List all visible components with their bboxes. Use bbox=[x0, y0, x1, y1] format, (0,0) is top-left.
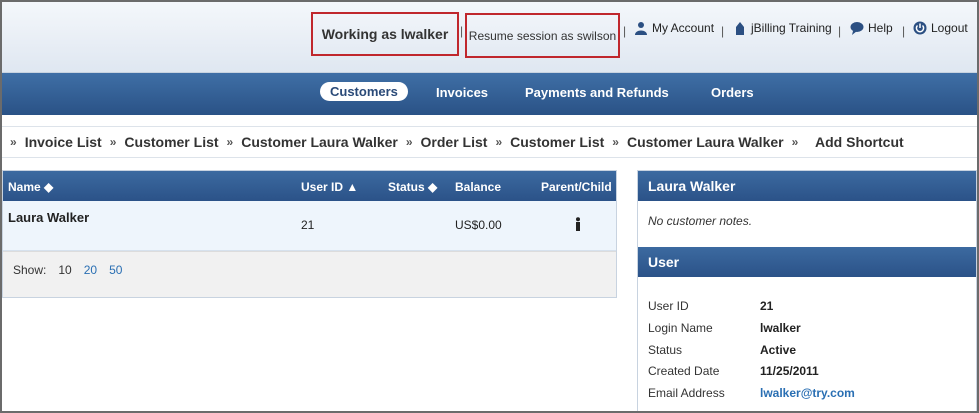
field-label: Status bbox=[648, 343, 683, 357]
breadcrumb-item[interactable]: Order List bbox=[421, 134, 488, 150]
field-label: Email Address bbox=[648, 386, 725, 400]
page-size-option[interactable]: 50 bbox=[109, 263, 122, 277]
help-link[interactable]: Help bbox=[850, 21, 893, 35]
field-label: Created Date bbox=[648, 364, 720, 378]
customer-name-heading: Laura Walker bbox=[638, 171, 976, 201]
breadcrumb-item[interactable]: Customer List bbox=[510, 134, 604, 150]
customer-notes: No customer notes. bbox=[648, 214, 753, 228]
customer-balance: US$0.00 bbox=[455, 218, 502, 232]
breadcrumb-item[interactable]: Customer List bbox=[124, 134, 218, 150]
customer-details-panel: Laura Walker No customer notes. User Use… bbox=[637, 170, 977, 411]
breadcrumb-item[interactable]: Invoice List bbox=[25, 134, 102, 150]
breadcrumb-item[interactable]: Customer Laura Walker bbox=[627, 134, 784, 150]
help-bubble-icon bbox=[850, 22, 864, 35]
separator: | bbox=[721, 24, 725, 38]
company-icon bbox=[736, 22, 744, 35]
breadcrumb-separator: » bbox=[109, 135, 117, 149]
top-bar: Working as lwalker | Resume session as s… bbox=[2, 2, 977, 73]
jbilling-training-label: jBilling Training bbox=[751, 21, 832, 35]
app-frame: Working as lwalker | Resume session as s… bbox=[0, 0, 979, 413]
field-value: Active bbox=[760, 343, 797, 357]
customer-table: Name ◆ User ID ▲ Status ◆ Balance Parent… bbox=[2, 170, 617, 298]
breadcrumb: » Invoice List » Customer List » Custome… bbox=[2, 126, 977, 158]
resume-session-link[interactable]: Resume session as swilson bbox=[465, 13, 620, 58]
field-value: 11/25/2011 bbox=[760, 364, 819, 378]
separator: | bbox=[623, 24, 627, 38]
breadcrumb-separator: » bbox=[495, 135, 503, 149]
page-size-current: 10 bbox=[58, 263, 72, 277]
page-size-option[interactable]: 20 bbox=[84, 263, 97, 277]
column-header-user-id[interactable]: User ID ▲ bbox=[301, 180, 358, 194]
table-header: Name ◆ User ID ▲ Status ◆ Balance Parent… bbox=[3, 171, 616, 201]
breadcrumb-separator: » bbox=[10, 135, 17, 149]
field-value: lwalker bbox=[760, 321, 801, 335]
person-icon bbox=[576, 217, 580, 231]
nav-payments-and-refunds[interactable]: Payments and Refunds bbox=[525, 85, 669, 100]
jbilling-training-link[interactable]: jBilling Training bbox=[733, 21, 832, 35]
nav-customers[interactable]: Customers bbox=[320, 82, 408, 101]
field-label: User ID bbox=[648, 299, 689, 313]
table-row[interactable]: Laura Walker 21 US$0.00 bbox=[3, 201, 616, 251]
working-as-label: Working as lwalker bbox=[311, 12, 459, 56]
separator: | bbox=[460, 24, 464, 38]
page-size-label: Show: bbox=[13, 263, 47, 277]
breadcrumb-item[interactable]: Customer Laura Walker bbox=[241, 134, 398, 150]
column-header-status[interactable]: Status ◆ bbox=[388, 180, 437, 194]
table-footer: Show: 10 20 50 bbox=[3, 251, 616, 297]
separator: | bbox=[902, 24, 906, 38]
nav-invoices[interactable]: Invoices bbox=[436, 85, 488, 100]
customer-user-id: 21 bbox=[301, 218, 315, 232]
user-icon bbox=[635, 22, 647, 35]
breadcrumb-separator: » bbox=[612, 135, 619, 149]
power-icon bbox=[913, 21, 927, 35]
user-section-heading: User bbox=[638, 247, 976, 277]
my-account-label: My Account bbox=[652, 21, 715, 35]
customer-name[interactable]: Laura Walker bbox=[8, 210, 89, 225]
add-shortcut-link[interactable]: Add Shortcut bbox=[815, 134, 904, 150]
column-header-parent-child: Parent/Child bbox=[541, 180, 612, 194]
email-link[interactable]: lwalker@try.com bbox=[760, 386, 855, 400]
column-header-balance: Balance bbox=[455, 180, 502, 194]
column-header-name[interactable]: Name ◆ bbox=[8, 180, 53, 194]
logout-label: Logout bbox=[931, 21, 968, 35]
page-size-selector: Show: 10 20 50 bbox=[13, 263, 122, 277]
field-value: 21 bbox=[760, 299, 774, 313]
field-label: Login Name bbox=[648, 321, 713, 335]
my-account-link[interactable]: My Account bbox=[634, 21, 714, 35]
breadcrumb-separator: » bbox=[791, 135, 799, 149]
help-label: Help bbox=[868, 21, 893, 35]
logout-link[interactable]: Logout bbox=[913, 21, 968, 35]
nav-orders[interactable]: Orders bbox=[711, 85, 754, 100]
separator: | bbox=[838, 24, 842, 38]
breadcrumb-separator: » bbox=[405, 135, 413, 149]
main-nav: Customers Invoices Payments and Refunds … bbox=[2, 73, 977, 115]
breadcrumb-separator: » bbox=[226, 135, 234, 149]
